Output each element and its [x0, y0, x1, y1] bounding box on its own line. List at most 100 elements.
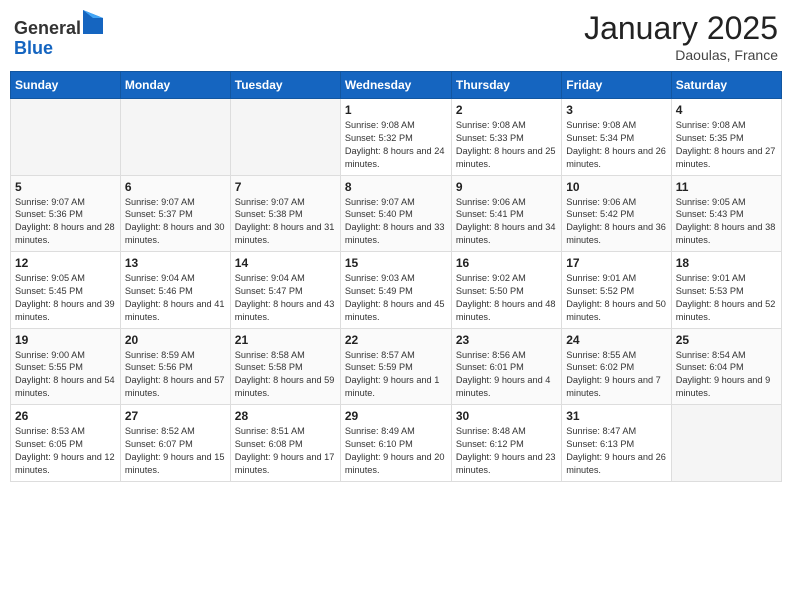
day-info: Sunrise: 9:07 AMSunset: 5:40 PMDaylight:…	[345, 196, 447, 248]
calendar-cell: 21Sunrise: 8:58 AMSunset: 5:58 PMDayligh…	[230, 328, 340, 405]
weekday-header-saturday: Saturday	[671, 72, 781, 99]
day-info: Sunrise: 9:04 AMSunset: 5:46 PMDaylight:…	[125, 272, 226, 324]
day-number: 6	[125, 180, 226, 194]
calendar-cell: 10 Sunrise: 9:06 AMSunset: 5:42 PMDayligh…	[562, 175, 671, 252]
day-number: 2	[456, 103, 557, 117]
day-info: Sunrise: 9:07 AMSunset: 5:36 PMDaylight:…	[15, 196, 116, 248]
day-info: Sunrise: 9:05 AMSunset: 5:43 PMDaylight:…	[676, 196, 777, 248]
calendar-cell	[230, 99, 340, 176]
day-info: Sunrise: 9:04 AMSunset: 5:47 PMDaylight:…	[235, 272, 336, 324]
calendar-week-row: 26Sunrise: 8:53 AMSunset: 6:05 PMDayligh…	[11, 405, 782, 482]
logo-general-text: General	[14, 18, 81, 38]
day-info: Sunrise: 9:07 AMSunset: 5:37 PMDaylight:…	[125, 196, 226, 248]
calendar-cell: 16Sunrise: 9:02 AMSunset: 5:50 PMDayligh…	[451, 252, 561, 329]
calendar-week-row: 19 Sunrise: 9:00 AMSunset: 5:55 PMDayligh…	[11, 328, 782, 405]
logo: General Blue	[14, 10, 103, 59]
day-info: Sunrise: 9:02 AMSunset: 5:50 PMDaylight:…	[456, 272, 557, 324]
calendar-week-row: 1 Sunrise: 9:08 AMSunset: 5:32 PMDaylight…	[11, 99, 782, 176]
calendar-cell	[671, 405, 781, 482]
day-number: 13	[125, 256, 226, 270]
calendar-cell: 14 Sunrise: 9:04 AMSunset: 5:47 PMDayligh…	[230, 252, 340, 329]
logo-blue-text: Blue	[14, 38, 53, 58]
day-info: Sunrise: 8:49 AMSunset: 6:10 PMDaylight:…	[345, 425, 447, 477]
calendar-cell: 18 Sunrise: 9:01 AMSunset: 5:53 PMDayligh…	[671, 252, 781, 329]
calendar-cell	[120, 99, 230, 176]
day-number: 27	[125, 409, 226, 423]
day-number: 28	[235, 409, 336, 423]
day-info: Sunrise: 8:55 AMSunset: 6:02 PMDaylight:…	[566, 349, 666, 401]
calendar-cell: 20 Sunrise: 8:59 AMSunset: 5:56 PMDayligh…	[120, 328, 230, 405]
calendar-cell: 29 Sunrise: 8:49 AMSunset: 6:10 PMDayligh…	[340, 405, 451, 482]
calendar-cell: 13 Sunrise: 9:04 AMSunset: 5:46 PMDayligh…	[120, 252, 230, 329]
day-number: 7	[235, 180, 336, 194]
weekday-header-friday: Friday	[562, 72, 671, 99]
day-number: 15	[345, 256, 447, 270]
calendar-cell: 24Sunrise: 8:55 AMSunset: 6:02 PMDayligh…	[562, 328, 671, 405]
day-info: Sunrise: 8:54 AMSunset: 6:04 PMDaylight:…	[676, 349, 777, 401]
logo-icon	[83, 10, 103, 34]
calendar-cell: 3 Sunrise: 9:08 AMSunset: 5:34 PMDaylight…	[562, 99, 671, 176]
day-number: 5	[15, 180, 116, 194]
day-number: 19	[15, 333, 116, 347]
day-number: 17	[566, 256, 666, 270]
day-number: 22	[345, 333, 447, 347]
day-number: 25	[676, 333, 777, 347]
day-number: 8	[345, 180, 447, 194]
calendar-cell: 19 Sunrise: 9:00 AMSunset: 5:55 PMDayligh…	[11, 328, 121, 405]
calendar-cell: 30Sunrise: 8:48 AMSunset: 6:12 PMDayligh…	[451, 405, 561, 482]
day-info: Sunrise: 8:48 AMSunset: 6:12 PMDaylight:…	[456, 425, 557, 477]
day-info: Sunrise: 9:08 AMSunset: 5:33 PMDaylight:…	[456, 119, 557, 171]
calendar-cell: 28Sunrise: 8:51 AMSunset: 6:08 PMDayligh…	[230, 405, 340, 482]
title-block: January 2025 Daoulas, France	[584, 10, 778, 63]
calendar-cell: 25 Sunrise: 8:54 AMSunset: 6:04 PMDayligh…	[671, 328, 781, 405]
calendar-cell: 1 Sunrise: 9:08 AMSunset: 5:32 PMDaylight…	[340, 99, 451, 176]
day-info: Sunrise: 8:57 AMSunset: 5:59 PMDaylight:…	[345, 349, 447, 401]
calendar-cell: 6 Sunrise: 9:07 AMSunset: 5:37 PMDaylight…	[120, 175, 230, 252]
day-number: 20	[125, 333, 226, 347]
day-info: Sunrise: 9:08 AMSunset: 5:34 PMDaylight:…	[566, 119, 666, 171]
day-number: 3	[566, 103, 666, 117]
day-info: Sunrise: 9:03 AMSunset: 5:49 PMDaylight:…	[345, 272, 447, 324]
day-number: 23	[456, 333, 557, 347]
page-header: General Blue January 2025 Daoulas, Franc…	[10, 10, 782, 63]
weekday-header-monday: Monday	[120, 72, 230, 99]
day-number: 26	[15, 409, 116, 423]
day-info: Sunrise: 9:08 AMSunset: 5:35 PMDaylight:…	[676, 119, 777, 171]
day-number: 10	[566, 180, 666, 194]
calendar-cell: 22 Sunrise: 8:57 AMSunset: 5:59 PMDayligh…	[340, 328, 451, 405]
calendar-cell: 8 Sunrise: 9:07 AMSunset: 5:40 PMDaylight…	[340, 175, 451, 252]
calendar-cell: 17Sunrise: 9:01 AMSunset: 5:52 PMDayligh…	[562, 252, 671, 329]
day-info: Sunrise: 9:08 AMSunset: 5:32 PMDaylight:…	[345, 119, 447, 171]
day-info: Sunrise: 9:07 AMSunset: 5:38 PMDaylight:…	[235, 196, 336, 248]
day-number: 18	[676, 256, 777, 270]
day-info: Sunrise: 9:01 AMSunset: 5:53 PMDaylight:…	[676, 272, 777, 324]
day-info: Sunrise: 8:47 AMSunset: 6:13 PMDaylight:…	[566, 425, 666, 477]
calendar-table: SundayMondayTuesdayWednesdayThursdayFrid…	[10, 71, 782, 482]
day-number: 31	[566, 409, 666, 423]
calendar-cell: 31 Sunrise: 8:47 AMSunset: 6:13 PMDayligh…	[562, 405, 671, 482]
day-info: Sunrise: 9:00 AMSunset: 5:55 PMDaylight:…	[15, 349, 116, 401]
day-number: 29	[345, 409, 447, 423]
weekday-header-thursday: Thursday	[451, 72, 561, 99]
calendar-cell: 4Sunrise: 9:08 AMSunset: 5:35 PMDaylight…	[671, 99, 781, 176]
calendar-cell: 27 Sunrise: 8:52 AMSunset: 6:07 PMDayligh…	[120, 405, 230, 482]
day-number: 14	[235, 256, 336, 270]
day-number: 1	[345, 103, 447, 117]
day-info: Sunrise: 9:05 AMSunset: 5:45 PMDaylight:…	[15, 272, 116, 324]
month-title: January 2025	[584, 10, 778, 47]
weekday-header-wednesday: Wednesday	[340, 72, 451, 99]
calendar-week-row: 5 Sunrise: 9:07 AMSunset: 5:36 PMDaylight…	[11, 175, 782, 252]
calendar-cell: 2 Sunrise: 9:08 AMSunset: 5:33 PMDaylight…	[451, 99, 561, 176]
day-info: Sunrise: 9:06 AMSunset: 5:42 PMDaylight:…	[566, 196, 666, 248]
weekday-header-tuesday: Tuesday	[230, 72, 340, 99]
day-info: Sunrise: 8:52 AMSunset: 6:07 PMDaylight:…	[125, 425, 226, 477]
day-number: 9	[456, 180, 557, 194]
day-info: Sunrise: 8:59 AMSunset: 5:56 PMDaylight:…	[125, 349, 226, 401]
calendar-cell	[11, 99, 121, 176]
day-number: 12	[15, 256, 116, 270]
day-number: 21	[235, 333, 336, 347]
calendar-cell: 15 Sunrise: 9:03 AMSunset: 5:49 PMDayligh…	[340, 252, 451, 329]
calendar-cell: 26Sunrise: 8:53 AMSunset: 6:05 PMDayligh…	[11, 405, 121, 482]
weekday-header-sunday: Sunday	[11, 72, 121, 99]
location: Daoulas, France	[584, 47, 778, 63]
